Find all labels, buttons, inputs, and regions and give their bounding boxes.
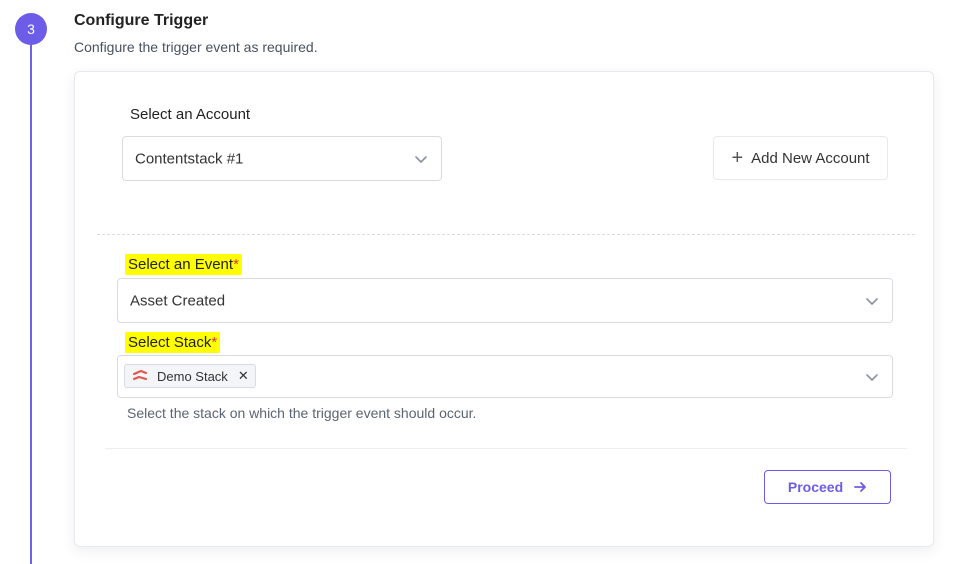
arrow-right-icon	[854, 482, 867, 492]
stack-help-text: Select the stack on which the trigger ev…	[127, 405, 477, 421]
contentstack-logo-icon	[132, 369, 148, 381]
event-label: Select an Event*	[125, 254, 242, 275]
trigger-config-card: Select an Account Contentstack #1 + Add …	[74, 71, 934, 547]
footer-divider	[105, 448, 907, 449]
event-select[interactable]: Asset Created	[117, 278, 893, 323]
add-new-account-button[interactable]: + Add New Account	[713, 136, 888, 180]
stack-tag-label: Demo Stack	[157, 368, 228, 384]
required-mark: *	[233, 256, 239, 273]
close-icon[interactable]: ✕	[238, 368, 249, 384]
step-number-badge: 3	[15, 13, 47, 45]
stack-label: Select Stack*	[125, 332, 221, 353]
step-timeline-line	[30, 24, 32, 564]
chevron-down-icon	[866, 373, 878, 381]
account-label: Select an Account	[130, 106, 251, 123]
step-description: Configure the trigger event as required.	[74, 39, 318, 55]
step-title: Configure Trigger	[74, 12, 209, 29]
proceed-button[interactable]: Proceed	[764, 470, 891, 504]
required-mark: *	[211, 334, 218, 351]
account-select[interactable]: Contentstack #1	[122, 136, 442, 181]
stack-tag: Demo Stack ✕	[124, 364, 256, 388]
event-select-value: Asset Created	[130, 292, 226, 309]
account-select-value: Contentstack #1	[135, 150, 244, 167]
section-divider	[97, 234, 915, 235]
add-new-account-label: Add New Account	[751, 149, 870, 167]
proceed-label: Proceed	[787, 479, 844, 495]
chevron-down-icon	[866, 297, 878, 305]
plus-icon: +	[731, 147, 744, 169]
chevron-down-icon	[415, 155, 427, 163]
stack-multiselect[interactable]: Demo Stack ✕	[117, 355, 893, 398]
